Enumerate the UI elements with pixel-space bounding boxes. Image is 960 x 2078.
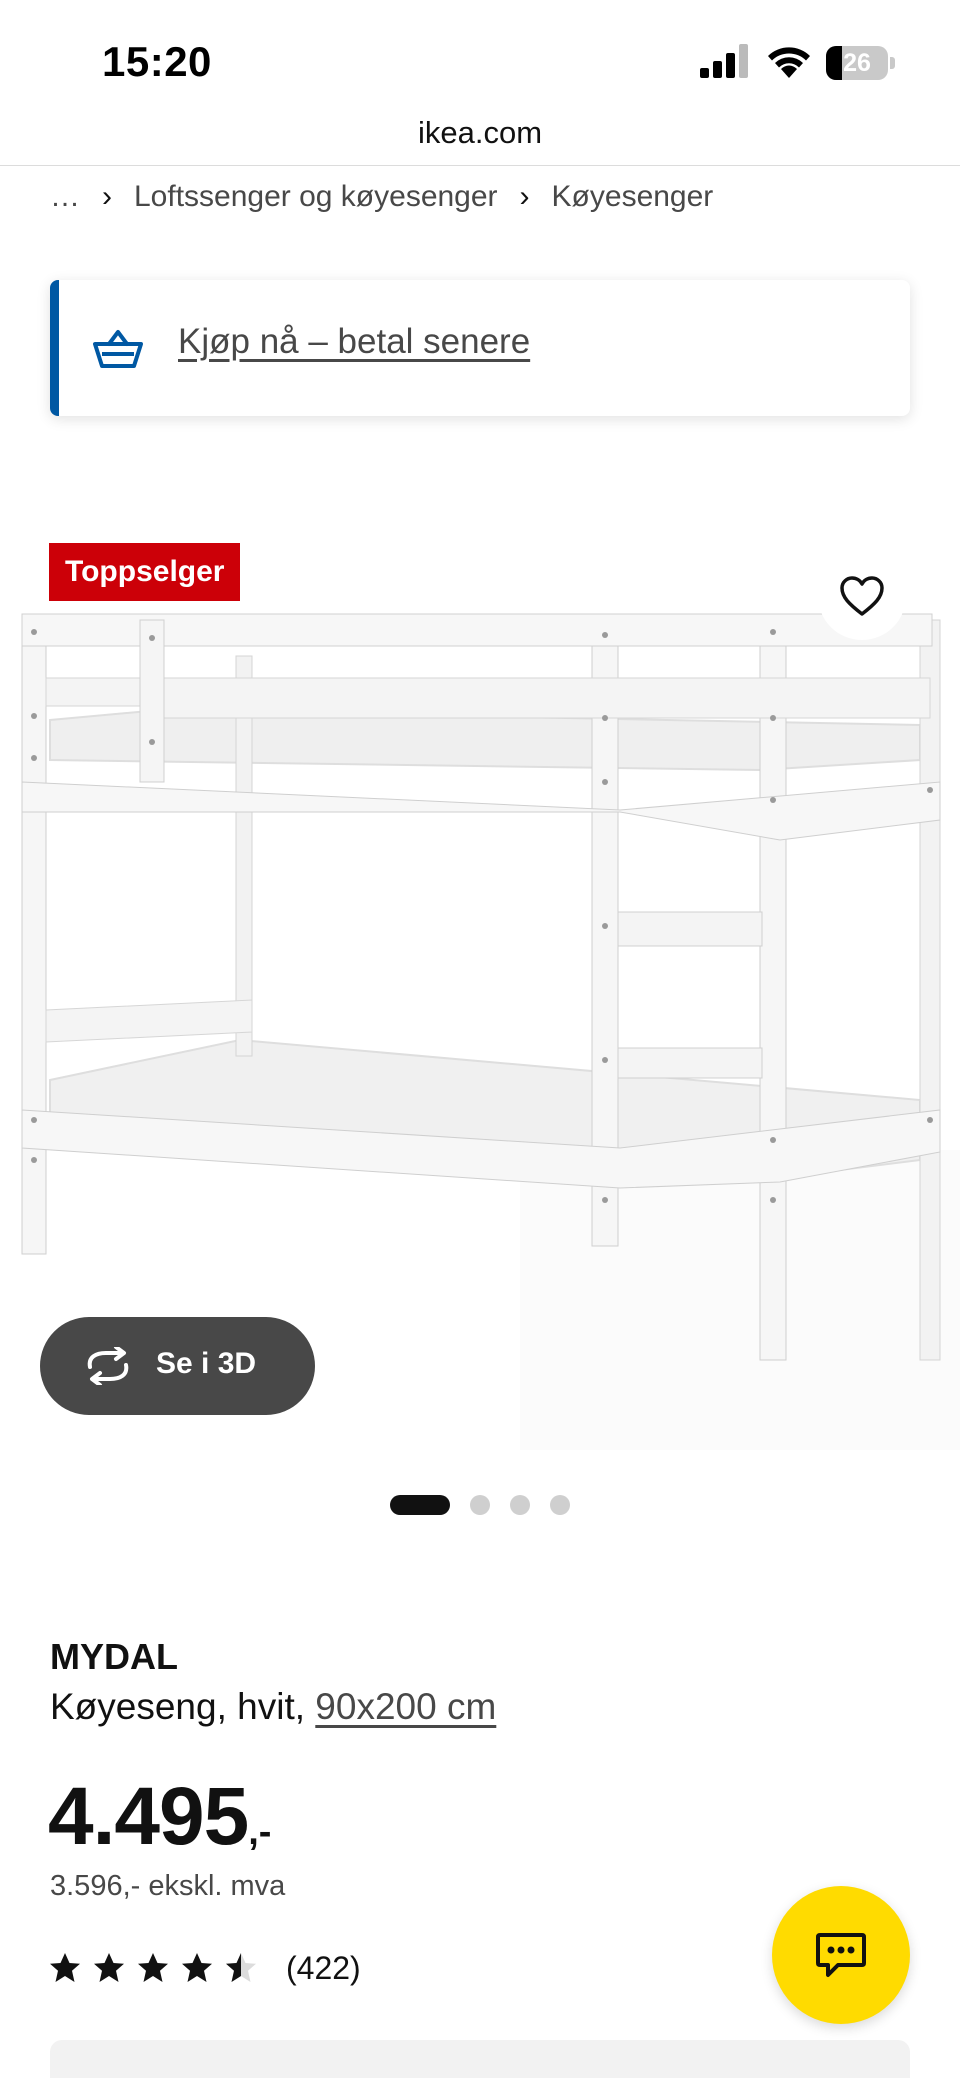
breadcrumb-item-ellipsis[interactable]: … [50, 180, 80, 214]
carousel-dot[interactable] [550, 1495, 570, 1515]
review-count[interactable]: (422) [286, 1950, 361, 1987]
breadcrumb-separator-icon: › [102, 180, 112, 213]
product-image[interactable] [0, 520, 960, 1450]
battery-icon: 26 [826, 46, 896, 80]
status-bar: 15:20 26 [0, 0, 960, 110]
product-description: Køyeseng, hvit, 90x200 cm [50, 1686, 496, 1728]
product-type: Køyeseng, hvit, [50, 1686, 306, 1727]
info-card-partial [50, 2040, 910, 2078]
product-size-link[interactable]: 90x200 cm [315, 1686, 496, 1727]
pay-later-banner[interactable]: Kjøp nå – betal senere [50, 280, 910, 416]
battery-level-text: 26 [843, 49, 871, 77]
star-full-icon [182, 1953, 212, 1982]
address-bar[interactable]: ikea.com [0, 110, 960, 166]
wifi-icon [768, 47, 810, 78]
product-price: 4.495,- [48, 1770, 272, 1862]
price-integer: 4.495 [48, 1771, 249, 1862]
cellular-signal-icon [700, 44, 748, 78]
view-in-3d-button[interactable]: Se i 3D [40, 1317, 315, 1415]
carousel-dot[interactable] [470, 1495, 490, 1515]
star-full-icon [94, 1953, 124, 1982]
breadcrumb: … › Loftssenger og køyesenger › Køyeseng… [50, 174, 713, 220]
favorite-button[interactable] [818, 552, 906, 640]
pay-later-link[interactable]: Kjøp nå – betal senere [178, 322, 530, 362]
shopping-basket-icon [93, 330, 143, 368]
url-text[interactable]: ikea.com [418, 115, 542, 150]
view-in-3d-label: Se i 3D [156, 1347, 257, 1380]
star-half-icon [226, 1953, 256, 1982]
chat-bubble-icon [816, 1933, 866, 1977]
star-full-icon [138, 1953, 168, 1982]
price-excl-vat: 3.596,- ekskl. mva [50, 1870, 286, 1902]
image-carousel-indicator [390, 1494, 590, 1516]
breadcrumb-item-loft-bunk-beds[interactable]: Loftssenger og køyesenger [134, 180, 498, 214]
breadcrumb-item-bunk-beds[interactable]: Køyesenger [552, 180, 714, 214]
carousel-dot-active[interactable] [390, 1495, 450, 1515]
star-full-icon [50, 1953, 80, 1982]
topseller-badge: Toppselger [49, 543, 241, 601]
breadcrumb-separator-icon: › [519, 180, 530, 213]
bunk-bed-image [21, 613, 960, 1450]
price-decimal: ,- [248, 1811, 272, 1853]
product-name: MYDAL [50, 1636, 178, 1677]
product-rating[interactable]: (422) [48, 1946, 361, 1990]
chat-button[interactable] [772, 1886, 910, 2024]
status-time: 15:20 [102, 38, 212, 85]
banner-accent-bar [50, 280, 59, 416]
rotate-3d-icon [87, 1347, 129, 1385]
heart-icon [840, 576, 884, 616]
carousel-dot[interactable] [510, 1495, 530, 1515]
